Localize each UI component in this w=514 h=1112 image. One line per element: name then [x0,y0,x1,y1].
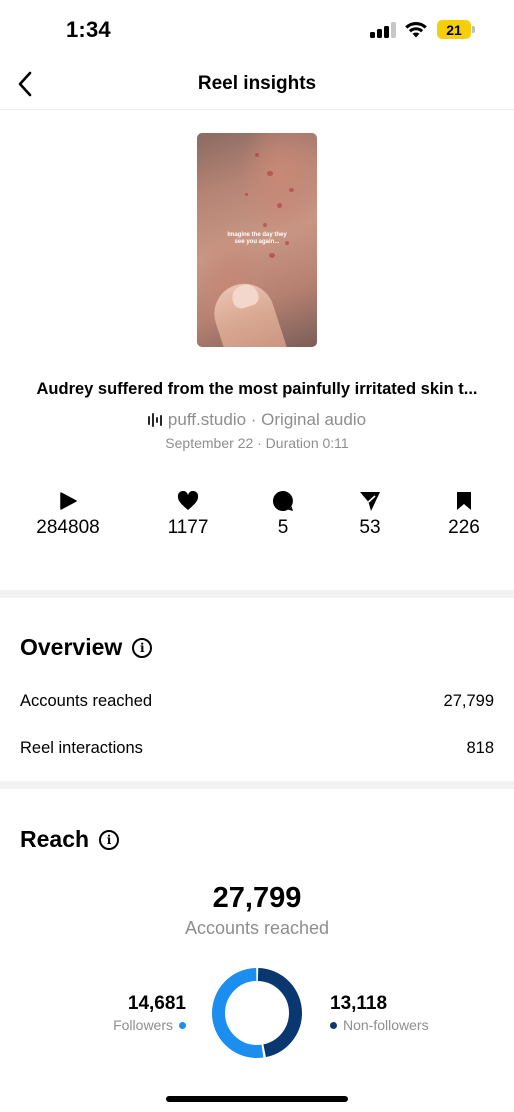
metric-value: 53 [359,517,381,538]
audio-icon [147,413,162,427]
reach-total-label: Accounts reached [184,918,330,938]
share-icon [360,492,380,511]
legend-followers: 14,681 Followers [113,993,186,1033]
home-indicator[interactable] [166,1096,348,1102]
section-divider [0,781,514,789]
date-duration: September 22 · Duration 0:11 [165,435,349,451]
reel-thumbnail[interactable]: Imagine the day they see you again... [197,133,317,347]
reach-donut-chart [212,968,302,1058]
metric-value: 226 [448,517,480,538]
row-label: Accounts reached [20,692,153,710]
overview-row-accounts-reached[interactable]: Accounts reached 27,799 [20,692,494,711]
page-title: Reel insights [197,73,317,94]
row-value: 818 [466,739,494,757]
followers-dot [179,1021,186,1029]
status-bar: 1:34 21 [0,0,514,62]
comment-icon [272,490,293,511]
reach-title: Reach [20,826,90,852]
followers-label: Followers [113,1017,173,1033]
reach-total: 27,799 [212,882,302,914]
metric-value: 5 [277,517,289,538]
audio-label: puff.studio · Original audio [167,410,367,429]
legend-non-followers: 13,118 Non-followers [330,993,429,1033]
non-followers-value: 13,118 [330,993,388,1014]
overview-row-reel-interactions[interactable]: Reel interactions 818 [20,739,494,758]
audio-line[interactable]: puff.studio · Original audio [0,410,514,430]
non-followers-label: Non-followers [343,1017,429,1033]
battery-icon: 21 [437,20,475,39]
metric-value: 1177 [167,517,209,538]
non-followers-dot [330,1021,337,1029]
metric-plays: 284808 [18,490,118,539]
wifi-icon [405,22,427,38]
info-icon[interactable]: i [99,829,120,850]
reel-caption: Audrey suffered from the most painfully … [36,380,478,398]
metric-value: 284808 [36,517,100,538]
row-value: 27,799 [443,692,494,710]
metric-comments: 5 [233,490,333,539]
heart-icon [177,491,199,510]
metric-saves: 226 [414,490,514,539]
metric-likes: 1177 [138,490,238,539]
bookmark-icon [457,492,471,510]
info-icon[interactable]: i [132,637,153,658]
battery-level: 21 [437,20,471,39]
row-label: Reel interactions [20,739,143,757]
status-time: 1:34 [66,17,111,42]
play-icon [60,492,77,510]
thumbnail-caption: Imagine the day they see you again... [227,232,287,245]
overview-title: Overview [20,634,123,660]
reach-heading: Reach i [20,826,120,853]
header: Reel insights [0,62,514,110]
section-divider [0,590,514,598]
signal-icon [370,22,396,38]
overview-heading: Overview i [20,634,153,661]
followers-value: 14,681 [127,993,186,1014]
metric-shares: 53 [320,490,420,539]
